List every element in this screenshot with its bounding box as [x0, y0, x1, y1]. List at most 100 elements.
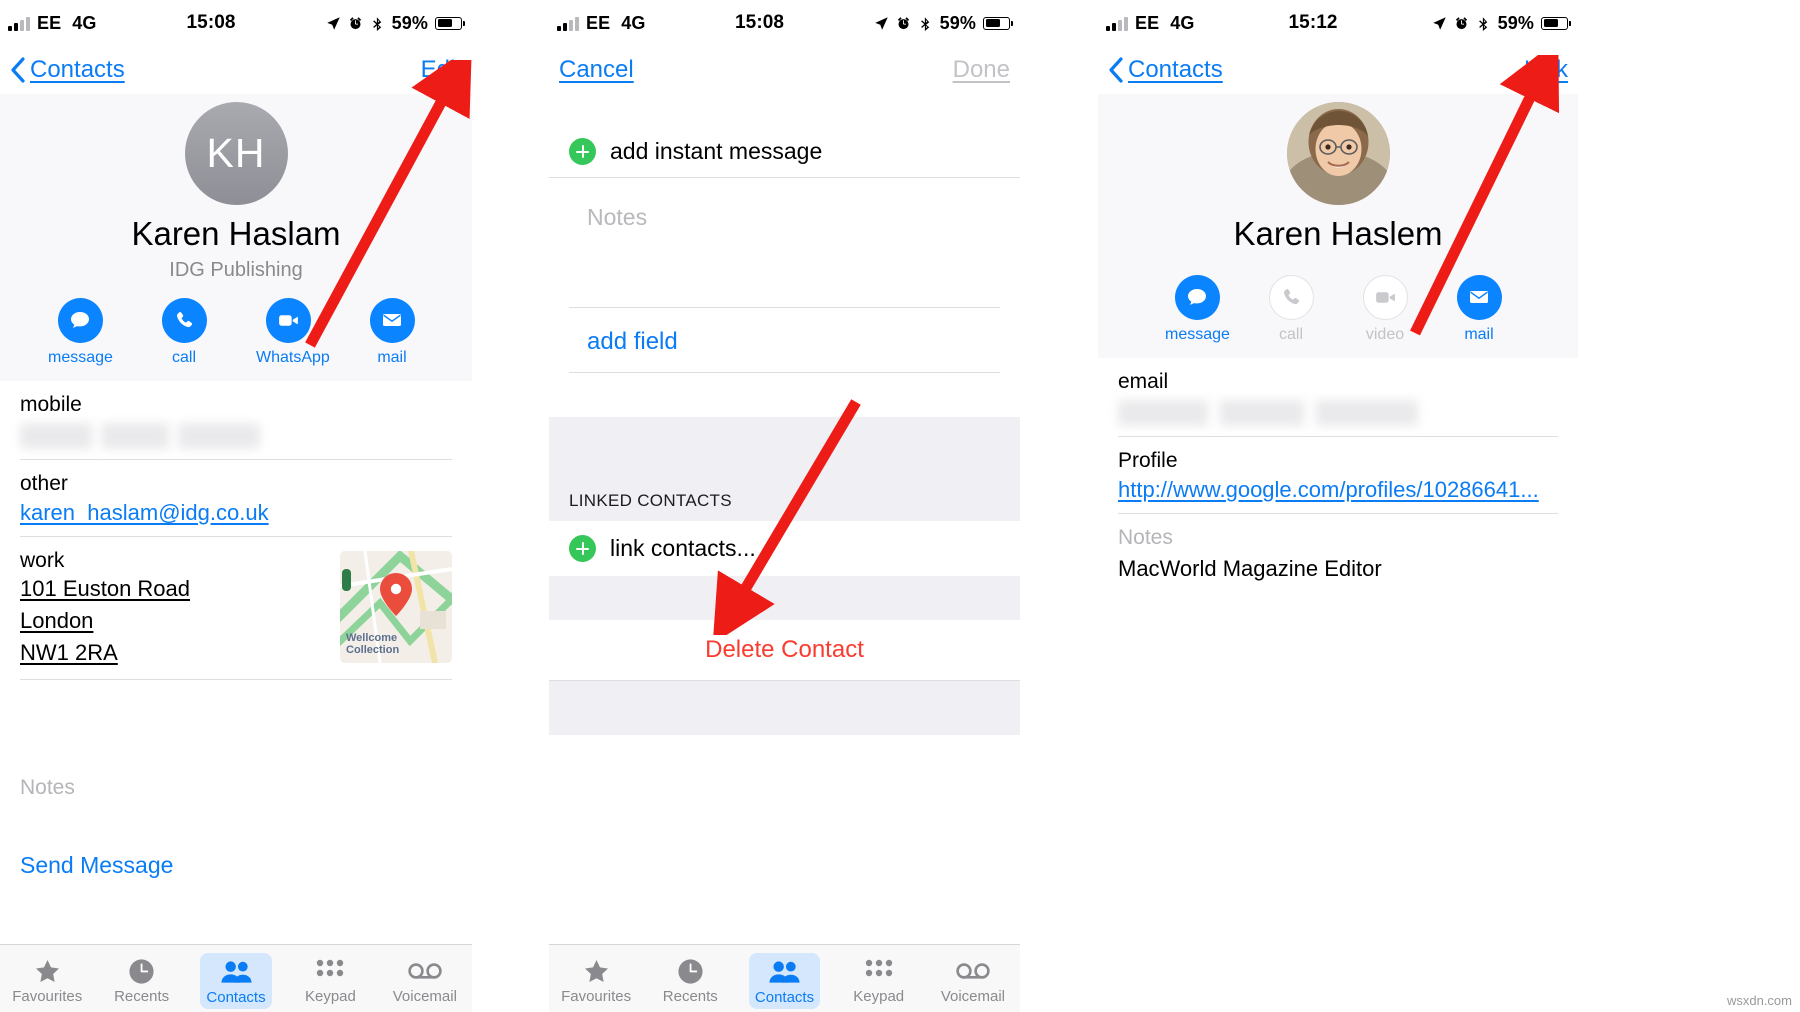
delete-contact-button[interactable]: Delete Contact [549, 620, 1020, 681]
tab-keypad[interactable]: Keypad [283, 952, 377, 1005]
edit-button[interactable]: Edit [421, 56, 462, 84]
action-whatsapp-label: WhatsApp [256, 348, 330, 366]
tab-recents-label: Recents [662, 988, 718, 1005]
location-arrow-icon [874, 16, 888, 30]
phone-icon [161, 297, 207, 343]
detail-row-mobile[interactable]: mobile [20, 381, 452, 460]
edit-form: add instant message Notes add field LINK… [549, 94, 1020, 735]
send-message-row[interactable]: Send Message [0, 838, 472, 879]
action-video-label: video [1365, 325, 1405, 343]
location-arrow-icon [326, 16, 340, 30]
keypad-dots-icon [832, 956, 926, 986]
add-instant-message-row[interactable]: add instant message [549, 128, 1020, 178]
action-message-label: message [1165, 325, 1230, 343]
tab-voicemail[interactable]: Voicemail [378, 952, 472, 1005]
bluetooth-icon [372, 16, 381, 31]
notes-placeholder: Notes [587, 204, 648, 230]
add-instant-message-label: add instant message [610, 138, 823, 164]
linked-section-top-gap [549, 417, 1020, 457]
action-call[interactable]: call [152, 297, 216, 367]
tab-favourites-label: Favourites [561, 988, 632, 1005]
network-type-label: 4G [72, 12, 97, 33]
network-type-label: 4G [621, 12, 646, 33]
cancel-button[interactable]: Cancel [559, 56, 634, 84]
quick-actions: message call video mail [1098, 274, 1578, 344]
action-video: video [1353, 274, 1417, 344]
tab-contacts[interactable]: Contacts [737, 949, 831, 1009]
tab-keypad-label: Keypad [853, 988, 905, 1005]
video-camera-icon [265, 297, 311, 343]
detail-value-email[interactable]: karen_haslam@idg.co.uk [20, 500, 452, 526]
clock-icon [643, 956, 737, 986]
navigation-bar: Cancel Done [549, 46, 1020, 94]
send-message-button[interactable]: Send Message [20, 852, 173, 878]
action-message[interactable]: message [48, 297, 113, 367]
envelope-icon [1456, 274, 1502, 320]
detail-row-notes[interactable]: Notes MacWorld Magazine Editor [1118, 514, 1558, 592]
detail-row-other-email[interactable]: other karen_haslam@idg.co.uk [20, 460, 452, 537]
linked-contacts-section-header: LINKED CONTACTS [549, 457, 1020, 521]
clock-label: 15:12 [1288, 12, 1338, 33]
voicemail-icon [926, 956, 1020, 986]
back-to-contacts-button[interactable]: Contacts [10, 56, 125, 84]
tab-recents[interactable]: Recents [94, 952, 188, 1005]
redacted-phone-number [20, 422, 260, 449]
status-bar: EE 4G 15:08 59% [549, 0, 1020, 46]
alarm-clock-icon [1455, 16, 1467, 29]
detail-value-profile-url[interactable]: http://www.google.com/profiles/10286641.… [1118, 477, 1558, 503]
notes-field[interactable]: Notes [549, 178, 1020, 307]
battery-percent-label: 59% [1497, 12, 1534, 33]
map-thumbnail[interactable]: Wellcome Collection [340, 550, 452, 663]
battery-icon [435, 16, 465, 30]
detail-row-notes[interactable]: Notes [20, 680, 452, 838]
action-whatsapp[interactable]: WhatsApp [256, 297, 330, 367]
tab-keypad-label: Keypad [304, 988, 356, 1005]
action-message[interactable]: message [1165, 274, 1230, 344]
phone-panel-contact-view: EE 4G 15:08 59% Contacts Edit KH Karen H… [0, 0, 472, 1012]
quick-actions: message call WhatsApp mail [0, 297, 472, 367]
back-to-contacts-button[interactable]: Contacts [1108, 56, 1223, 84]
detail-value-notes: MacWorld Magazine Editor [1118, 555, 1382, 581]
battery-percent-label: 59% [391, 12, 428, 33]
link-button[interactable]: Link [1524, 56, 1568, 84]
signal-bars-icon [8, 16, 30, 31]
tab-voicemail-label: Voicemail [940, 988, 1006, 1005]
tab-recents[interactable]: Recents [643, 952, 737, 1005]
tab-contacts[interactable]: Contacts [189, 949, 283, 1009]
action-call-label: call [1278, 325, 1303, 343]
add-field-button[interactable]: add field [549, 308, 1020, 372]
done-button[interactable]: Done [953, 56, 1010, 84]
clock-label: 15:08 [186, 12, 236, 33]
link-contacts-row[interactable]: link contacts... [549, 521, 1020, 576]
clock-label: 15:08 [735, 12, 785, 33]
detail-row-profile[interactable]: Profile http://www.google.com/profiles/1… [1118, 437, 1558, 514]
avatar-photo [1286, 102, 1390, 205]
contact-name: Karen Haslam [131, 215, 341, 252]
network-type-label: 4G [1170, 12, 1195, 33]
action-call-label: call [171, 348, 196, 366]
carrier-label: EE [1135, 12, 1160, 33]
location-arrow-icon [1432, 16, 1446, 30]
tab-favourites[interactable]: Favourites [0, 952, 94, 1005]
tab-voicemail[interactable]: Voicemail [926, 952, 1020, 1005]
link-contacts-label: link contacts... [610, 535, 756, 561]
action-mail-label: mail [377, 348, 407, 366]
action-mail-label: mail [1464, 325, 1494, 343]
detail-label-notes: Notes [20, 775, 75, 799]
action-mail[interactable]: mail [360, 297, 424, 367]
navigation-bar: Contacts Link [1098, 46, 1578, 94]
contact-name: Karen Haslem [1233, 215, 1443, 252]
status-bar: EE 4G 15:08 59% [0, 0, 472, 46]
action-message-label: message [48, 348, 113, 366]
screenshot-stage: EE 4G 15:08 59% Contacts Edit KH Karen H… [0, 0, 1800, 1012]
contact-organisation: IDG Publishing [169, 258, 303, 281]
phone-panel-linked-contact-view: EE 4G 15:12 59% Contacts Link Karen Hasl… [1098, 0, 1578, 1012]
battery-icon [983, 16, 1013, 30]
tab-favourites[interactable]: Favourites [549, 952, 643, 1005]
action-mail[interactable]: mail [1447, 274, 1511, 344]
phone-panel-edit-contact: EE 4G 15:08 59% Cancel Done add instant … [549, 0, 1020, 1012]
detail-row-email[interactable]: email [1118, 358, 1558, 437]
voicemail-icon [378, 956, 472, 986]
tab-keypad[interactable]: Keypad [832, 952, 926, 1005]
detail-row-work-address[interactable]: work 101 Euston Road London NW1 2RA Well… [20, 537, 452, 680]
